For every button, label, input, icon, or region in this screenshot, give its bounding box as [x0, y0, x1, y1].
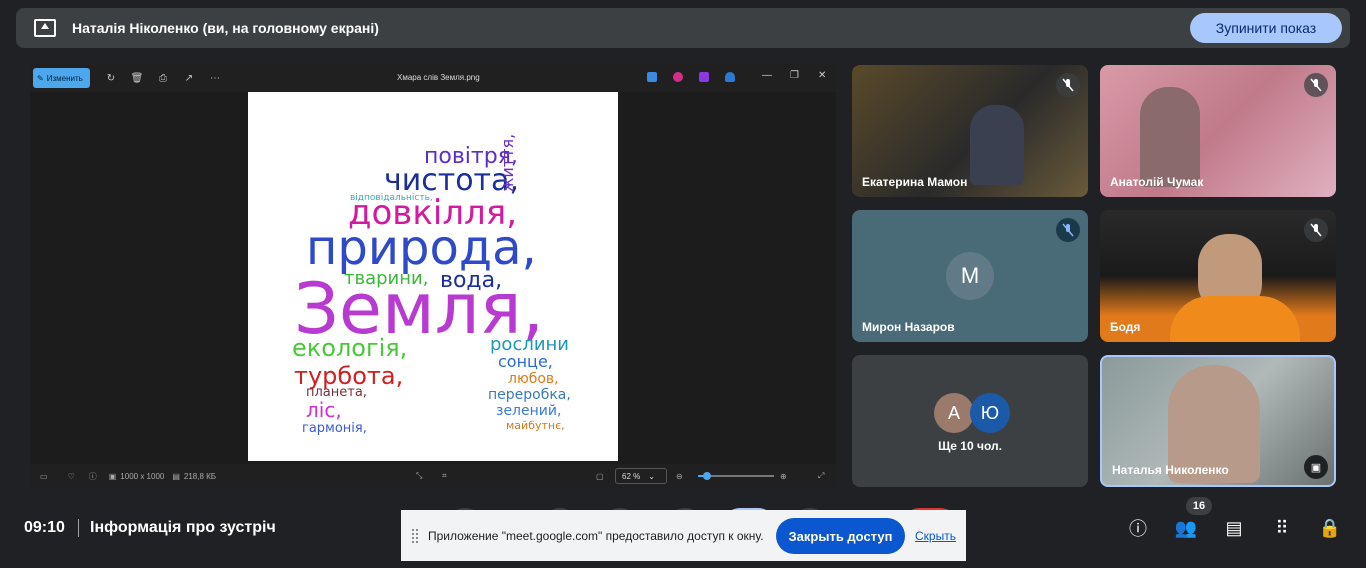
word-cloud-word: екологія, — [292, 334, 408, 362]
restore-icon[interactable]: ❐ — [790, 70, 799, 81]
word-cloud-word: ліс, — [306, 398, 342, 422]
participant-tile[interactable]: Бодя — [1100, 210, 1336, 342]
avatar: А — [934, 393, 974, 433]
edit-label: Изменить — [46, 73, 83, 83]
print-icon[interactable]: ⎙ — [156, 71, 170, 85]
file-name: Хмара слів Земля.png — [397, 73, 480, 82]
stop-presenting-button[interactable]: Зупинити показ — [1190, 13, 1342, 43]
sharing-notification: Приложение "meet.google.com" предоставил… — [401, 510, 966, 561]
divider — [78, 519, 79, 537]
participant-video — [1170, 296, 1300, 342]
participant-name: Екатерина Мамон — [862, 175, 968, 189]
info-icon[interactable]: ⓘ — [89, 471, 97, 482]
people-count-badge: 16 — [1186, 497, 1212, 515]
word-cloud-image: Земля, природа, довкілля, чистота, повітря, е… — [248, 92, 618, 461]
favorite-icon[interactable]: ♡ — [68, 472, 75, 481]
crop-icon[interactable]: ⌗ — [442, 471, 447, 481]
share-icon[interactable]: ↗ — [182, 71, 196, 85]
fullscreen-icon[interactable]: ⤢ — [818, 471, 824, 481]
mic-off-icon — [1304, 218, 1328, 242]
image-dimensions: 1000 x 1000 — [120, 471, 165, 481]
pip-icon[interactable]: ▣ — [1304, 455, 1328, 479]
rotate-icon[interactable]: ↻ — [104, 71, 118, 85]
film-strip-icon[interactable]: ▭ — [40, 472, 48, 481]
word-cloud-word: відповідальність, — [350, 193, 433, 203]
word-cloud-word: планета, — [306, 385, 367, 400]
people-icon[interactable]: 👥 — [1174, 516, 1198, 540]
minimize-icon[interactable]: — — [762, 70, 772, 81]
edit-image-button[interactable]: ✎ Изменить — [33, 68, 90, 88]
word-cloud-word: вода, — [440, 268, 503, 293]
mic-off-icon — [1056, 218, 1080, 242]
drag-handle-icon[interactable] — [412, 528, 418, 543]
fit-icon[interactable]: ⤡ — [416, 471, 422, 481]
pencil-icon: ✎ — [37, 73, 44, 83]
word-cloud-word: життя, — [498, 133, 517, 192]
participant-video — [970, 105, 1024, 185]
participant-name: Мирон Назаров — [862, 320, 955, 334]
zoom-fit-icon[interactable]: ▢ — [596, 472, 604, 481]
mic-off-icon — [1304, 73, 1328, 97]
image-file-size: 218,8 КБ — [183, 471, 217, 481]
app-chip-icon[interactable] — [699, 72, 709, 82]
delete-icon[interactable]: 🗑 — [130, 71, 144, 85]
word-cloud-word: гармонія, — [302, 421, 367, 436]
chevron-down-icon: ⌄ — [648, 471, 655, 481]
dimensions-icon: ▣ — [108, 471, 117, 481]
cloud-icon[interactable] — [725, 72, 735, 82]
zoom-value: 62 % — [622, 471, 641, 481]
file-size-icon: ▤ — [172, 471, 180, 481]
word-cloud-word: тварини, — [344, 268, 429, 289]
participant-name: Бодя — [1110, 320, 1141, 334]
app-chip-icon[interactable] — [647, 72, 657, 82]
mic-off-icon — [1056, 73, 1080, 97]
zoom-in-icon[interactable]: ⊕ — [780, 472, 787, 481]
activities-icon[interactable]: ⠿ — [1270, 516, 1294, 540]
zoom-slider[interactable] — [698, 472, 774, 480]
sharing-notification-text: Приложение "meet.google.com" предоставил… — [428, 528, 764, 543]
zoom-select[interactable]: 62 % ⌄ — [615, 468, 667, 484]
close-icon[interactable]: ✕ — [818, 70, 826, 81]
presenting-bar: Наталія Ніколенко (ви, на головному екра… — [16, 8, 1350, 48]
participant-tile[interactable]: M Мирон Назаров — [852, 210, 1088, 342]
zoom-out-icon[interactable]: ⊖ — [676, 472, 683, 481]
more-participants-tile[interactable]: А Ю Ще 10 чол. — [852, 355, 1088, 487]
more-icon[interactable]: ⋯ — [208, 71, 222, 85]
info-icon[interactable]: ⓘ — [1126, 516, 1150, 540]
present-screen-icon — [34, 19, 56, 37]
presenting-title: Наталія Ніколенко (ви, на головному екра… — [72, 20, 379, 36]
shared-screen: ✎ Изменить ↻ 🗑 ⎙ ↗ ⋯ Хмара слів Земля.pn… — [30, 64, 836, 488]
hide-notification-link[interactable]: Скрыть — [915, 529, 956, 543]
avatar: Ю — [970, 393, 1010, 433]
avatar: M — [946, 252, 994, 300]
meeting-info-link[interactable]: Інформація про зустріч — [90, 519, 276, 537]
participant-tile[interactable]: Екатерина Мамон — [852, 65, 1088, 197]
more-participants-label: Ще 10 чол. — [938, 439, 1002, 453]
stop-sharing-button[interactable]: Закрыть доступ — [776, 518, 905, 554]
meeting-clock: 09:10 — [24, 519, 65, 536]
participant-tile[interactable]: Анатолій Чумак — [1100, 65, 1336, 197]
word-cloud-word: переробка, — [488, 387, 571, 403]
participant-tile-self[interactable]: Наталья Николенко ▣ — [1100, 355, 1336, 487]
participant-name: Наталья Николенко — [1112, 463, 1229, 477]
participant-video — [1140, 87, 1200, 187]
host-controls-icon[interactable]: 🔒 — [1318, 516, 1342, 540]
chat-icon[interactable]: ▤ — [1222, 516, 1246, 540]
participant-name: Анатолій Чумак — [1110, 175, 1204, 189]
word-cloud-word: майбутнє, — [506, 419, 565, 432]
word-cloud-word: зелений, — [496, 403, 562, 419]
word-cloud-word: сонце, — [498, 352, 553, 371]
word-cloud-word: любов, — [508, 371, 559, 387]
app-chip-icon[interactable] — [673, 72, 683, 82]
